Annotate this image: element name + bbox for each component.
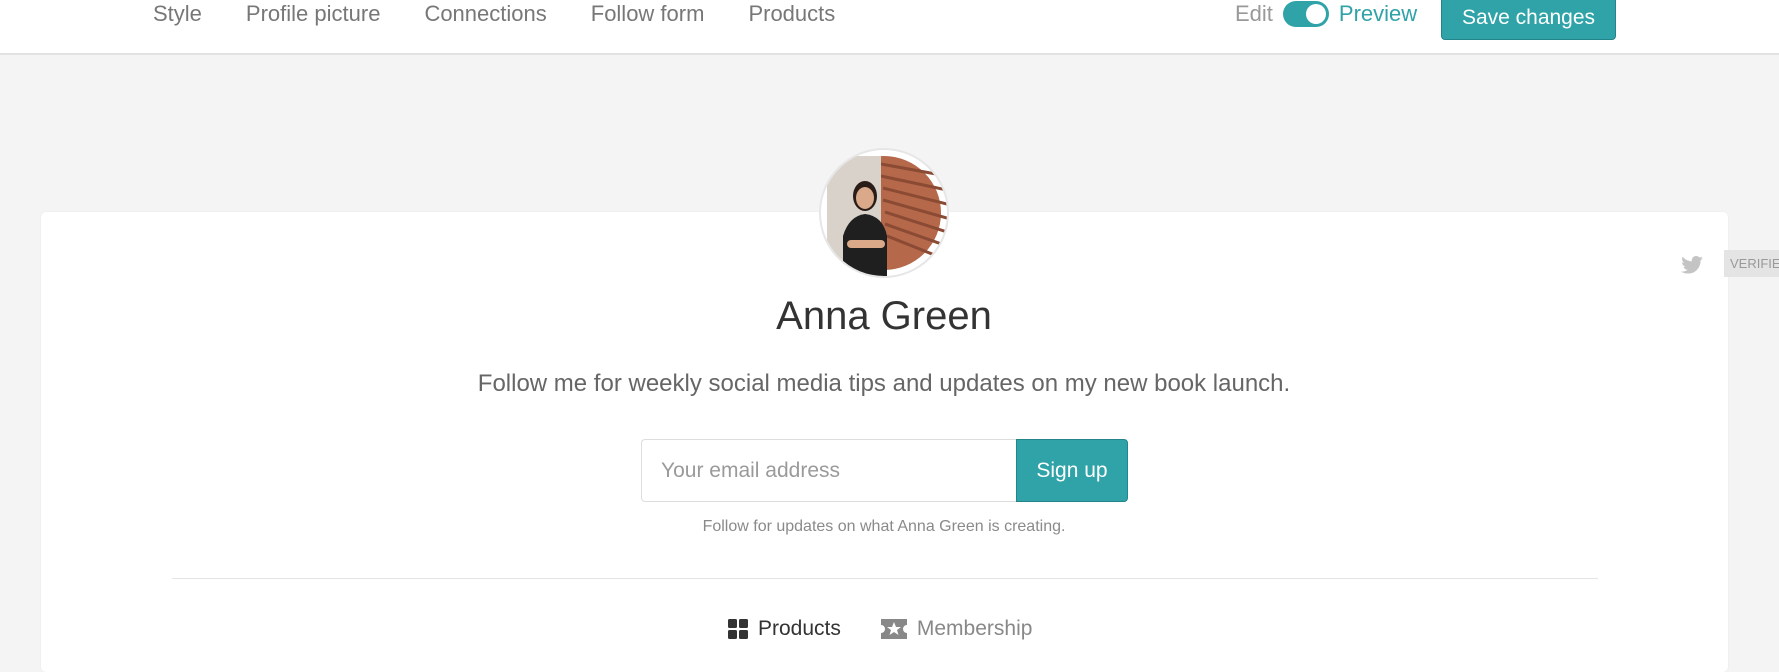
tab-style[interactable]: Style xyxy=(153,0,202,30)
email-field[interactable] xyxy=(641,439,1016,502)
profile-photo xyxy=(827,156,947,276)
toggle-knob xyxy=(1305,4,1326,24)
divider xyxy=(172,578,1598,579)
top-bar: Style Profile picture Connections Follow… xyxy=(0,0,1779,55)
follow-note: Follow for updates on what Anna Green is… xyxy=(702,518,1066,535)
avatar xyxy=(821,150,947,276)
settings-nav: Style Profile picture Connections Follow… xyxy=(153,0,835,30)
tab-follow-form[interactable]: Follow form xyxy=(591,0,705,30)
tab-products-label: Products xyxy=(758,617,841,640)
twitter-link[interactable] xyxy=(1681,256,1703,279)
tab-membership[interactable]: Membership xyxy=(880,617,1033,641)
grid-icon xyxy=(728,619,748,639)
follow-form: Sign up xyxy=(641,439,1128,502)
tab-connections[interactable]: Connections xyxy=(424,0,546,30)
tab-membership-label: Membership xyxy=(916,617,1033,640)
twitter-icon xyxy=(1681,256,1703,274)
edit-label[interactable]: Edit xyxy=(1235,1,1273,27)
preview-toggle[interactable] xyxy=(1282,1,1329,27)
profile-bio: Follow me for weekly social media tips a… xyxy=(477,370,1291,397)
content-tabs: Products Membership xyxy=(728,617,1032,641)
edit-preview-switch: Edit Preview xyxy=(1235,0,1417,28)
tab-profile-picture[interactable]: Profile picture xyxy=(246,0,381,30)
sign-up-button[interactable]: Sign up xyxy=(1016,439,1128,502)
tab-products-content[interactable]: Products xyxy=(728,617,841,641)
verified-badge: VERIFIED xyxy=(1724,250,1779,277)
profile-name: Anna Green xyxy=(776,294,992,338)
preview-label[interactable]: Preview xyxy=(1339,1,1417,27)
save-changes-button[interactable]: Save changes xyxy=(1441,0,1616,40)
tab-products[interactable]: Products xyxy=(748,0,835,30)
ticket-star-icon xyxy=(880,619,907,639)
